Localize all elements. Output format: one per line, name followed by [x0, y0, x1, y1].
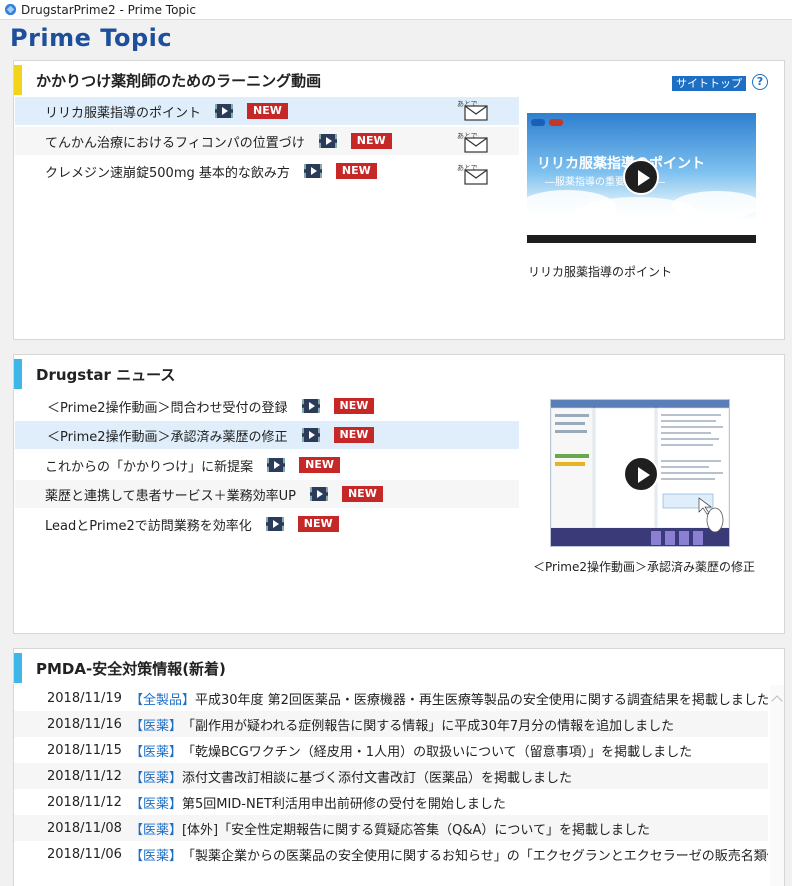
thumbnail-caption: ＜Prime2操作動画＞承認済み薬歴の修正 — [533, 560, 756, 574]
new-badge: NEW — [350, 133, 392, 149]
table-row[interactable]: 2018/11/15 【医薬】 「乾燥BCGワクチン（経皮用・1人用）の取扱いに… — [14, 737, 768, 763]
table-row[interactable]: 2018/11/16 【医薬】 「副作用が疑われる症例報告に関する情報」に平成3… — [14, 711, 768, 737]
row-date: 2018/11/06 — [47, 846, 122, 862]
list-item-label: 薬歴と連携して患者サービス＋業務効率UP — [45, 488, 296, 504]
list-item[interactable]: LeadとPrime2で訪問業務を効率化 NEW — [15, 510, 519, 538]
learning-panel: かかりつけ薬剤師のためのラーニング動画 サイトトップ ? リリカ服薬指導のポイン… — [13, 60, 785, 340]
page-title: Prime Topic — [10, 24, 173, 52]
row-date: 2018/11/08 — [47, 820, 122, 836]
row-category: 【医薬】 — [129, 744, 182, 760]
new-badge: NEW — [333, 398, 375, 414]
video-thumbnail[interactable] — [550, 399, 730, 547]
app-icon — [4, 3, 17, 16]
video-icon — [301, 399, 320, 413]
row-date: 2018/11/12 — [47, 768, 122, 784]
accent-bar — [14, 65, 22, 95]
help-icon[interactable]: ? — [752, 74, 768, 90]
table-row[interactable]: 2018/11/19 【全製品】 平成30年度 第2回医薬品・医療機器・再生医療… — [14, 685, 768, 711]
table-row[interactable]: 2018/11/06 【医薬】 「製薬企業からの医薬品の安全使用に関するお知らせ… — [14, 841, 768, 867]
watch-later-icon[interactable]: あとで — [457, 99, 489, 121]
scrollbar[interactable] — [770, 685, 784, 886]
news-panel-header: Drugstar ニュース — [14, 355, 784, 391]
learning-panel-title: かかりつけ薬剤師のためのラーニング動画 — [36, 72, 322, 90]
window-titlebar: DrugstarPrime2 - Prime Topic — [0, 0, 792, 20]
row-text: 「副作用が疑われる症例報告に関する情報」に平成30年7月分の情報を追加しました — [181, 718, 675, 734]
list-item-label: ＜Prime2操作動画＞問合わせ受付の登録 — [47, 400, 288, 416]
list-item[interactable]: ＜Prime2操作動画＞問合わせ受付の登録 NEW — [15, 392, 519, 420]
watch-later-icon[interactable]: あとで — [457, 131, 489, 153]
list-item-label: ＜Prime2操作動画＞承認済み薬歴の修正 — [47, 429, 288, 445]
video-icon — [309, 487, 328, 501]
row-text: 第5回MID-NET利活用申出前研修の受付を開始しました — [181, 796, 506, 812]
table-row[interactable]: 2018/11/08 【医薬】 [体外]「安全性定期報告に関する質疑応答集（Q&… — [14, 815, 768, 841]
learning-panel-header: かかりつけ薬剤師のためのラーニング動画 サイトトップ ? — [14, 61, 784, 97]
video-thumbnail[interactable]: リリカ服薬指導のポイント ―服薬指導の重要な役割― — [527, 113, 756, 243]
play-icon[interactable] — [623, 159, 659, 195]
new-badge: NEW — [341, 486, 383, 502]
list-item-label: クレメジン速崩錠500mg 基本的な飲み方 — [45, 165, 290, 181]
new-badge: NEW — [299, 457, 340, 473]
play-icon[interactable] — [623, 456, 659, 492]
list-item-label: LeadとPrime2で訪問業務を効率化 — [45, 518, 252, 534]
table-row[interactable]: 2018/11/12 【医薬】 第5回MID-NET利活用申出前研修の受付を開始… — [14, 789, 768, 815]
video-icon — [265, 517, 284, 531]
thumbnail-title: リリカ服薬指導のポイント — [537, 156, 705, 172]
row-text: 平成30年度 第2回医薬品・医療機器・再生医療等製品の安全使用に関する調査結果を… — [194, 692, 768, 708]
row-category: 【医薬】 — [129, 848, 182, 864]
list-item[interactable]: ＜Prime2操作動画＞承認済み薬歴の修正 NEW — [15, 421, 519, 449]
row-text: 「乾燥BCGワクチン（経皮用・1人用）の取扱いについて（留意事項）」を掲載しまし… — [181, 744, 693, 760]
video-icon — [301, 428, 320, 442]
row-date: 2018/11/15 — [47, 742, 122, 758]
list-item-label: リリカ服薬指導のポイント — [45, 105, 202, 121]
video-icon — [303, 164, 322, 178]
row-category: 【医薬】 — [129, 718, 182, 734]
row-category: 【医薬】 — [129, 822, 182, 838]
news-panel: Drugstar ニュース ＜Prime2操作動画＞問合わせ受付の登録 NEW … — [13, 354, 785, 634]
list-item-label: てんかん治療におけるフィコンパの位置づけ — [45, 135, 305, 151]
list-item[interactable]: これからの「かかりつけ」に新提案 NEW — [15, 451, 519, 479]
list-item[interactable]: リリカ服薬指導のポイント NEW — [15, 97, 519, 125]
pmda-panel: PMDA-安全対策情報(新着) 2018/11/19 【全製品】 平成30年度 … — [13, 648, 785, 886]
row-category: 【医薬】 — [129, 770, 182, 786]
list-item[interactable]: 薬歴と連携して患者サービス＋業務効率UP NEW — [15, 480, 519, 508]
list-item[interactable]: てんかん治療におけるフィコンパの位置づけ NEW — [15, 127, 519, 155]
watch-later-icon[interactable]: あとで — [457, 163, 489, 185]
row-text: 「製薬企業からの医薬品の安全使用に関するお知らせ」の「エクセグランとエクセラーゼ… — [181, 848, 768, 864]
row-category: 【医薬】 — [129, 796, 182, 812]
row-date: 2018/11/19 — [47, 690, 122, 706]
pmda-panel-header: PMDA-安全対策情報(新着) — [14, 649, 784, 685]
new-badge: NEW — [333, 427, 375, 443]
pmda-panel-title: PMDA-安全対策情報(新着) — [36, 660, 226, 678]
list-item-label: これからの「かかりつけ」に新提案 — [45, 459, 254, 475]
window-title: DrugstarPrime2 - Prime Topic — [21, 2, 196, 17]
row-text: 添付文書改訂相談に基づく添付文書改訂（医薬品）を掲載しました — [181, 770, 572, 786]
accent-bar — [14, 653, 22, 683]
thumbnail-caption: リリカ服薬指導のポイント — [528, 265, 673, 279]
video-icon — [267, 458, 286, 472]
new-badge: NEW — [335, 163, 377, 179]
video-icon — [215, 104, 234, 118]
list-item[interactable]: クレメジン速崩錠500mg 基本的な飲み方 NEW — [15, 157, 519, 185]
row-date: 2018/11/16 — [47, 716, 122, 732]
accent-bar — [14, 359, 22, 389]
new-badge: NEW — [247, 103, 288, 119]
row-date: 2018/11/12 — [47, 794, 122, 810]
row-text: [体外]「安全性定期報告に関する質疑応答集（Q&A）について」を掲載しました — [181, 822, 650, 838]
new-badge: NEW — [297, 516, 339, 532]
video-icon — [318, 134, 337, 148]
sitetop-button[interactable]: サイトトップ — [672, 76, 746, 91]
table-row[interactable]: 2018/11/12 【医薬】 添付文書改訂相談に基づく添付文書改訂（医薬品）を… — [14, 763, 768, 789]
row-category: 【全製品】 — [129, 692, 195, 708]
news-panel-title: Drugstar ニュース — [36, 366, 176, 384]
